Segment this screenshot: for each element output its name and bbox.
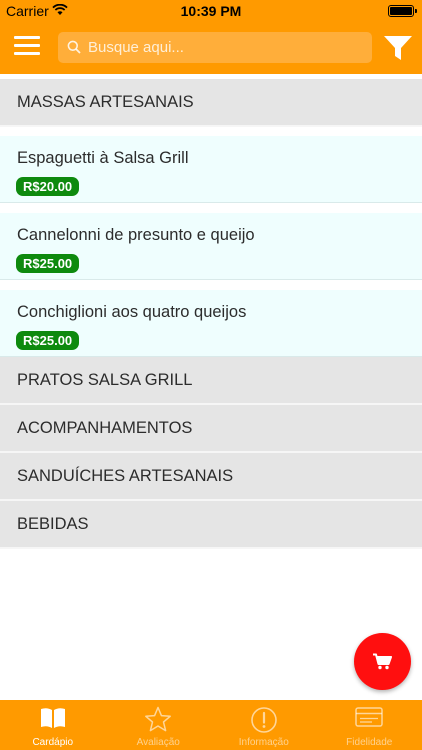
tab-fidelidade[interactable]: Fidelidade <box>317 700 422 750</box>
filter-icon[interactable] <box>383 34 413 62</box>
tab-label: Informação <box>238 737 289 748</box>
top-bar <box>0 22 422 74</box>
status-bar: Carrier 10:39 PM <box>0 0 422 22</box>
tab-cardapio[interactable]: Cardápio <box>0 700 106 750</box>
card-icon <box>355 707 383 727</box>
battery-icon <box>388 5 417 17</box>
category-acompanhamentos[interactable]: ACOMPANHAMENTOS <box>0 405 422 453</box>
hamburger-menu-icon[interactable] <box>14 36 40 58</box>
category-title: BEBIDAS <box>17 514 89 533</box>
item-name: Espaguetti à Salsa Grill <box>17 149 189 167</box>
star-icon <box>145 706 172 732</box>
category-title: PRATOS SALSA GRILL <box>17 370 193 389</box>
tab-label: Avaliação <box>136 737 180 748</box>
search-input[interactable] <box>88 32 364 63</box>
search-icon <box>67 40 81 54</box>
category-bebidas[interactable]: BEBIDAS <box>0 501 422 549</box>
search-box[interactable] <box>58 32 372 63</box>
category-massas-artesanais[interactable]: MASSAS ARTESANAIS <box>0 79 422 127</box>
menu-list: MASSAS ARTESANAIS Espaguetti à Salsa Gri… <box>0 74 422 549</box>
price-badge: R$20.00 <box>16 177 80 196</box>
divider <box>0 127 422 136</box>
clock: 10:39 PM <box>180 3 242 19</box>
category-title: MASSAS ARTESANAIS <box>17 92 194 111</box>
category-title: SANDUÍCHES ARTESANAIS <box>17 466 234 485</box>
info-icon <box>250 707 277 733</box>
category-sanduiches-artesanais[interactable]: SANDUÍCHES ARTESANAIS <box>0 453 422 501</box>
item-name: Cannelonni de presunto e queijo <box>17 226 255 244</box>
tab-bar: Cardápio Avaliação Informação Fidelidade <box>0 700 422 750</box>
list-item[interactable]: Cannelonni de presunto e queijo R$25.00 <box>0 213 422 280</box>
category-title: ACOMPANHAMENTOS <box>17 418 193 437</box>
shopping-cart-icon <box>373 653 392 670</box>
book-icon <box>40 708 65 728</box>
price-badge: R$25.00 <box>16 254 80 273</box>
category-pratos-salsa-grill[interactable]: PRATOS SALSA GRILL <box>0 357 422 405</box>
cart-button[interactable] <box>354 633 411 690</box>
tab-avaliacao[interactable]: Avaliação <box>106 700 212 750</box>
list-item[interactable]: Espaguetti à Salsa Grill R$20.00 <box>0 136 422 203</box>
item-name: Conchiglioni aos quatro queijos <box>17 303 247 321</box>
tab-label: Fidelidade <box>346 737 393 748</box>
list-item[interactable]: Conchiglioni aos quatro queijos R$25.00 <box>0 290 422 357</box>
tab-informacao[interactable]: Informação <box>211 700 317 750</box>
tab-label: Cardápio <box>32 737 74 748</box>
price-badge: R$25.00 <box>16 331 80 350</box>
